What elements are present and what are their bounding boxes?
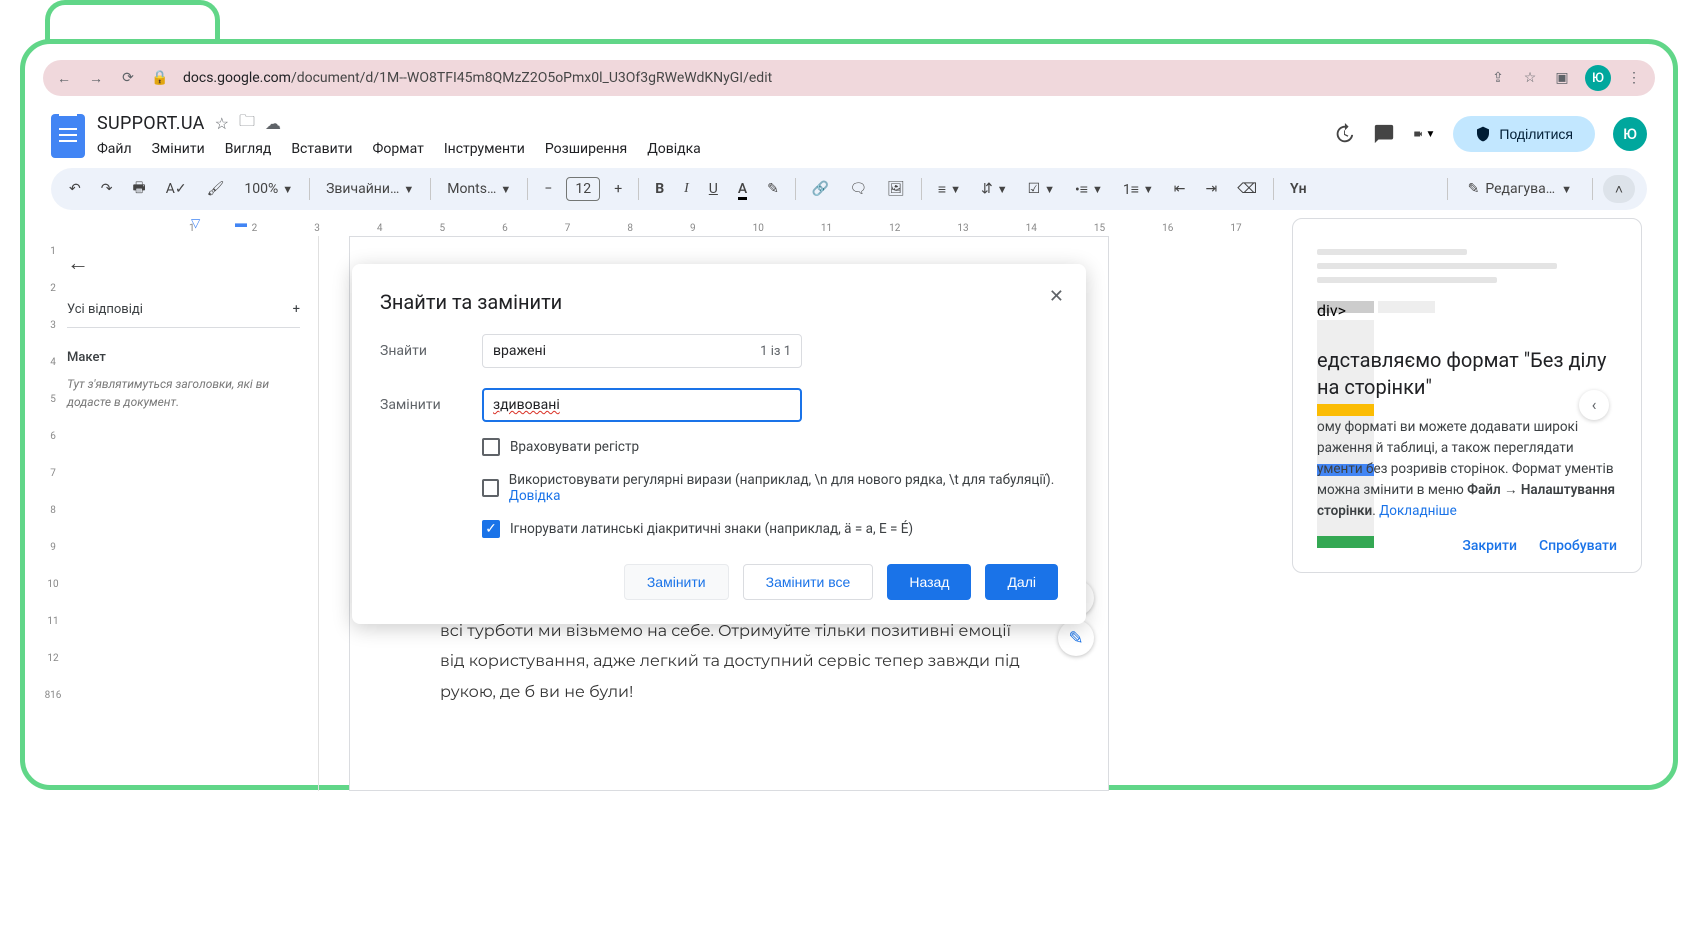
bold-icon[interactable]: B bbox=[649, 177, 670, 201]
menu-extensions[interactable]: Розширення bbox=[545, 141, 627, 157]
comments-icon[interactable] bbox=[1373, 123, 1395, 145]
learn-more-link[interactable]: Докладніше bbox=[1379, 503, 1457, 519]
replace-all-button[interactable]: Замінити все bbox=[743, 564, 874, 600]
outline-layout-title: Макет bbox=[67, 350, 300, 365]
outline-back-icon[interactable]: ← bbox=[67, 250, 300, 276]
bookmark-star-icon[interactable]: ☆ bbox=[1521, 69, 1539, 87]
mode-selector[interactable]: ✎ Редагува… ▼ bbox=[1458, 177, 1582, 201]
match-case-label: Враховувати регістр bbox=[510, 439, 639, 455]
insert-link-icon[interactable]: 🔗 bbox=[806, 177, 835, 201]
heading-icon[interactable]: Yн bbox=[1284, 177, 1313, 201]
menu-edit[interactable]: Змінити bbox=[152, 141, 205, 157]
history-icon[interactable] bbox=[1333, 123, 1355, 145]
explore-chip-icon[interactable]: ‹ bbox=[1579, 390, 1609, 420]
decrease-font-icon[interactable]: − bbox=[538, 177, 558, 201]
document-body-text[interactable]: всі турботи ми візьмемо на себе. Отримуй… bbox=[440, 617, 1038, 708]
info-card-title: едставляємо формат "Без ділу на сторінки… bbox=[1317, 347, 1617, 401]
doc-title[interactable]: SUPPORT.UA bbox=[97, 113, 205, 134]
decrease-indent-icon[interactable]: ⇤ bbox=[1168, 177, 1192, 201]
undo-icon[interactable]: ↶ bbox=[63, 177, 87, 201]
next-button[interactable]: Далі bbox=[985, 564, 1058, 600]
outline-panel: ← Усі відповіді + Макет Тут з'являтимуть… bbox=[63, 236, 319, 791]
docs-logo-icon[interactable] bbox=[51, 114, 85, 158]
paragraph-style-selector[interactable]: Звичайни… ▼ bbox=[320, 177, 420, 201]
checklist-icon[interactable]: ☑▼ bbox=[1022, 177, 1061, 201]
line-spacing-icon[interactable]: ⇵▼ bbox=[975, 177, 1014, 201]
match-case-checkbox[interactable] bbox=[482, 438, 500, 456]
nav-back-icon[interactable]: ← bbox=[55, 69, 73, 87]
menu-bar: Файл Змінити Вигляд Вставити Формат Інст… bbox=[97, 141, 1321, 157]
bulleted-list-icon[interactable]: •≡▼ bbox=[1069, 177, 1109, 202]
insert-image-icon[interactable]: 🖼 bbox=[881, 177, 911, 201]
share-button[interactable]: Поділитися bbox=[1453, 116, 1595, 152]
font-selector[interactable]: Monts… ▼ bbox=[441, 177, 517, 201]
clear-formatting-icon[interactable]: ⌫ bbox=[1231, 177, 1263, 201]
regex-checkbox[interactable] bbox=[482, 479, 499, 497]
zoom-selector[interactable]: 100% ▼ bbox=[238, 177, 299, 201]
share-url-icon[interactable]: ⇪ bbox=[1489, 69, 1507, 87]
align-icon[interactable]: ≡▼ bbox=[932, 177, 967, 202]
browser-menu-icon[interactable]: ⋮ bbox=[1625, 69, 1643, 87]
account-avatar[interactable]: Ю bbox=[1613, 117, 1647, 151]
outline-all-responses[interactable]: Усі відповіді bbox=[67, 302, 143, 317]
replace-button[interactable]: Замінити bbox=[624, 564, 729, 600]
underline-icon[interactable]: U bbox=[703, 177, 724, 201]
redo-icon[interactable]: ↷ bbox=[95, 177, 119, 201]
regex-label: Використовувати регулярні вирази (наприк… bbox=[509, 472, 1058, 504]
move-folder-icon[interactable]: 🗀 bbox=[239, 110, 255, 137]
find-input[interactable]: вражені 1 із 1 bbox=[482, 334, 802, 368]
info-try-button[interactable]: Спробувати bbox=[1539, 538, 1617, 554]
nav-forward-icon[interactable]: → bbox=[87, 69, 105, 87]
print-icon[interactable]: 🖶 bbox=[126, 173, 151, 205]
pageless-format-card: div> едставляємо формат "Без ділу на сто… bbox=[1292, 218, 1642, 573]
collapse-toolbar-icon[interactable]: ˄ bbox=[1603, 175, 1635, 203]
dialog-title: Знайти та замінити bbox=[380, 290, 1058, 314]
horizontal-ruler[interactable]: ▽ ▬ 12 34 56 78 910 1112 1314 1516 1718 bbox=[97, 214, 1355, 234]
increase-font-icon[interactable]: + bbox=[608, 177, 628, 201]
numbered-list-icon[interactable]: 1≡▼ bbox=[1117, 177, 1160, 202]
italic-icon[interactable]: I bbox=[678, 177, 695, 201]
formatting-toolbar: ↶ ↷ 🖶 A✓ 🖌 100% ▼ Звичайни… ▼ Monts… ▼ −… bbox=[51, 168, 1647, 210]
paint-format-icon[interactable]: 🖌 bbox=[201, 177, 231, 201]
find-label: Знайти bbox=[380, 343, 456, 359]
cloud-status-icon: ☁ bbox=[265, 114, 281, 133]
ignore-diacritics-label: Ігнорувати латинські діакритичні знаки (… bbox=[510, 521, 913, 537]
increase-indent-icon[interactable]: ⇥ bbox=[1200, 177, 1224, 201]
menu-format[interactable]: Формат bbox=[373, 141, 424, 157]
info-close-button[interactable]: Закрити bbox=[1462, 538, 1517, 554]
menu-insert[interactable]: Вставити bbox=[291, 141, 352, 157]
regex-help-link[interactable]: Довідка bbox=[509, 488, 561, 504]
dialog-close-icon[interactable]: ✕ bbox=[1049, 286, 1064, 307]
browser-profile-avatar[interactable]: Ю bbox=[1585, 65, 1611, 91]
menu-help[interactable]: Довідка bbox=[647, 141, 701, 157]
outline-add-icon[interactable]: + bbox=[293, 302, 300, 317]
find-match-count: 1 із 1 bbox=[760, 344, 791, 359]
menu-tools[interactable]: Інструменти bbox=[444, 141, 525, 157]
menu-file[interactable]: Файл bbox=[97, 141, 132, 157]
browser-address-bar: ← → ⟳ 🔒 docs.google.com/document/d/1M--W… bbox=[43, 60, 1655, 96]
font-size-input[interactable]: 12 bbox=[566, 177, 600, 201]
insert-comment-icon[interactable]: 🗨 bbox=[843, 177, 873, 201]
url-text[interactable]: docs.google.com/document/d/1M--WO8TFI45m… bbox=[183, 70, 1475, 86]
lock-icon: 🔒 bbox=[151, 69, 169, 87]
reload-icon[interactable]: ⟳ bbox=[119, 69, 137, 87]
vertical-ruler[interactable]: 123456 789101112816 bbox=[43, 236, 63, 791]
menu-view[interactable]: Вигляд bbox=[225, 141, 272, 157]
replace-input[interactable]: здивовані bbox=[482, 388, 802, 422]
outline-hint: Тут з'являтимуться заголовки, які ви дод… bbox=[67, 375, 300, 411]
meet-icon[interactable]: ▼ bbox=[1413, 123, 1435, 145]
star-icon[interactable]: ☆ bbox=[215, 114, 229, 133]
replace-label: Замінити bbox=[380, 397, 456, 413]
info-card-body: ому форматі ви можете додавати широкі ра… bbox=[1317, 417, 1617, 522]
ignore-diacritics-checkbox[interactable]: ✓ bbox=[482, 520, 500, 538]
spellcheck-icon[interactable]: A✓ bbox=[160, 177, 193, 201]
suggest-edit-chip-icon[interactable]: ✎ bbox=[1058, 620, 1094, 656]
highlight-icon[interactable]: ✎ bbox=[761, 177, 785, 201]
find-replace-dialog: Знайти та замінити ✕ Знайти вражені 1 із… bbox=[352, 264, 1086, 624]
text-color-icon[interactable]: A bbox=[732, 177, 753, 201]
extensions-icon[interactable]: ▣ bbox=[1553, 69, 1571, 87]
info-card-illustration: div> едставляємо формат "Без ділу на сто… bbox=[1317, 249, 1617, 554]
previous-button[interactable]: Назад bbox=[887, 564, 971, 600]
